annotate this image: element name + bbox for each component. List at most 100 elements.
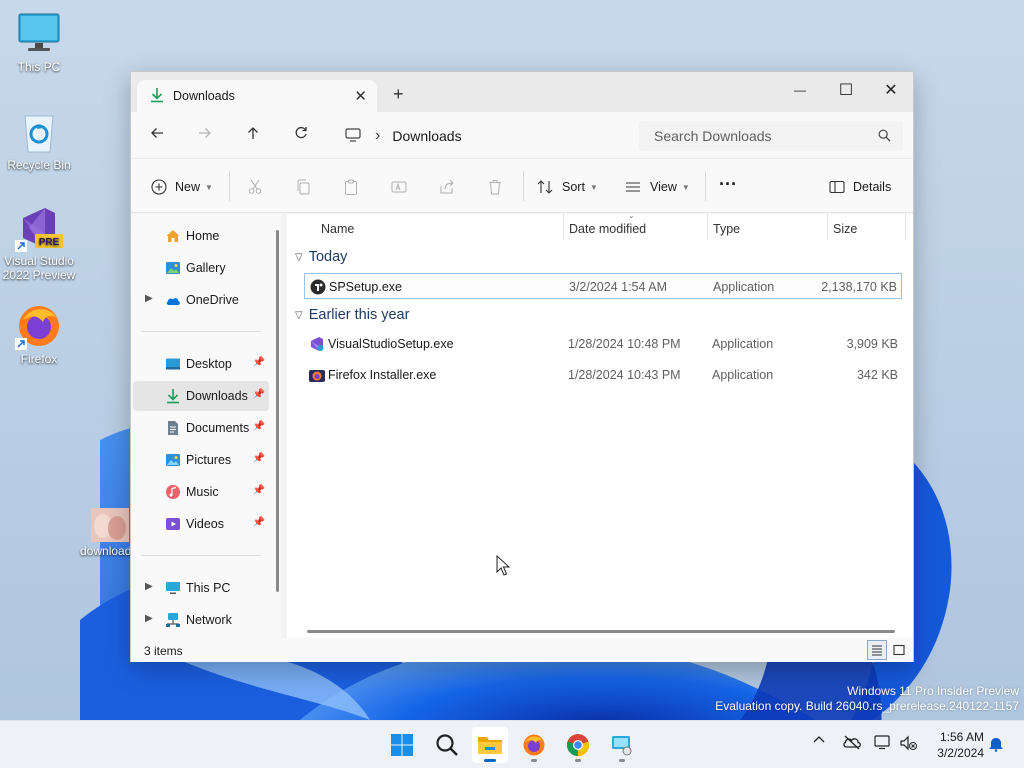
cut-button[interactable] (241, 173, 269, 201)
minimize-button[interactable]: — (777, 76, 823, 104)
sidebar-item-onedrive[interactable]: ▶ OneDrive (133, 285, 269, 315)
thumbnail-view-button[interactable] (889, 640, 909, 660)
refresh-button[interactable] (288, 124, 314, 148)
column-divider[interactable] (707, 214, 708, 240)
sort-indicator-icon: ⌄ (628, 211, 635, 220)
up-button[interactable] (240, 124, 266, 148)
file-row-firefox-installer[interactable]: Firefox Installer.exe 1/28/2024 10:43 PM… (304, 362, 902, 388)
title-bar[interactable]: Downloads ✕ + — ☐ ✕ (131, 72, 913, 112)
firefox-icon (523, 734, 545, 756)
show-hidden-icons-chevron[interactable] (812, 733, 826, 750)
sidebar-item-this-pc[interactable]: ▶ This PC (133, 573, 269, 603)
maximize-button[interactable]: ☐ (823, 76, 869, 104)
share-button[interactable] (433, 173, 461, 201)
file-row-spsetup[interactable]: SPSetup.exe 3/2/2024 1:54 AM Application… (304, 273, 902, 299)
sort-icon (537, 180, 553, 194)
details-pane-icon (829, 180, 845, 194)
nav-pane-scrollbar[interactable] (276, 230, 279, 592)
details-button[interactable]: Details (829, 173, 891, 201)
chevron-right-icon[interactable]: ▶ (145, 293, 153, 304)
column-divider[interactable] (827, 214, 828, 240)
group-header-earlier-this-year[interactable]: ▽ Earlier this year (295, 307, 409, 323)
volume-muted-icon[interactable] (900, 735, 918, 754)
group-header-today[interactable]: ▽ Today (295, 249, 347, 265)
copy-button[interactable] (289, 173, 317, 201)
new-label: New (175, 180, 201, 194)
address-bar[interactable]: › Downloads (335, 121, 625, 151)
column-header-size[interactable]: Size (833, 222, 857, 236)
column-header-type[interactable]: Type (713, 222, 740, 236)
notification-bell-icon[interactable] (988, 736, 1004, 755)
chevron-right-icon[interactable]: ▶ (145, 581, 153, 592)
network-status-icon[interactable] (874, 734, 892, 753)
taskbar-file-explorer[interactable] (472, 727, 508, 763)
delete-button[interactable] (481, 173, 509, 201)
onedrive-offline-icon[interactable] (842, 734, 862, 753)
search-input[interactable] (654, 128, 874, 144)
paste-button[interactable] (337, 173, 365, 201)
plus-circle-icon (151, 179, 167, 195)
desktop-icon-label: Recycle Bin (7, 158, 71, 172)
image-file-icon (91, 508, 129, 542)
column-divider[interactable] (563, 214, 564, 240)
new-tab-button[interactable]: + (393, 84, 404, 105)
back-button[interactable] (144, 124, 170, 148)
start-button[interactable] (384, 727, 420, 763)
running-indicator (619, 759, 625, 762)
column-divider[interactable] (905, 214, 906, 240)
details-view-icon (872, 645, 882, 656)
forward-arrow-icon (199, 128, 211, 138)
system-clock[interactable]: 1:56 AM 3/2/2024 (937, 729, 984, 761)
desktop-icon-label: This PC (17, 60, 61, 74)
desktop-icon-recycle-bin[interactable]: Recycle Bin (1, 108, 77, 172)
sidebar-item-videos[interactable]: Videos 📌 (133, 509, 269, 539)
sort-button[interactable]: Sort ▼ (537, 173, 598, 201)
desktop-icon-firefox[interactable]: Firefox (1, 302, 77, 366)
file-list-scrollbar[interactable] (307, 630, 895, 633)
sidebar-item-music[interactable]: Music 📌 (133, 477, 269, 507)
close-tab-icon[interactable]: ✕ (354, 87, 367, 105)
breadcrumb-downloads[interactable]: Downloads (392, 128, 461, 144)
file-row-visualstudiosetup[interactable]: VisualStudioSetup.exe 1/28/2024 10:48 PM… (304, 331, 902, 357)
up-arrow-icon (248, 127, 258, 139)
chevron-right-icon[interactable]: ▶ (145, 613, 153, 624)
search-box[interactable] (639, 121, 903, 151)
sidebar-item-downloads[interactable]: Downloads 📌 (133, 381, 269, 411)
details-view-button[interactable] (867, 640, 887, 660)
tab-downloads[interactable]: Downloads ✕ (137, 80, 377, 112)
taskbar-firefox[interactable] (516, 727, 552, 763)
search-button[interactable] (429, 727, 465, 763)
gallery-icon (165, 260, 181, 276)
breadcrumb-separator-icon[interactable]: › (375, 127, 380, 145)
scissors-icon (248, 179, 262, 194)
close-window-button[interactable]: ✕ (868, 76, 914, 104)
rename-button[interactable] (385, 173, 413, 201)
home-icon (165, 228, 181, 244)
back-arrow-icon (151, 128, 163, 138)
taskbar-remote-app[interactable] (604, 727, 640, 763)
visual-studio-installer-icon (309, 336, 325, 352)
column-header-name[interactable]: Name (321, 222, 354, 236)
taskbar-chrome[interactable] (560, 727, 596, 763)
pin-icon: 📌 (252, 485, 265, 496)
forward-button[interactable] (192, 124, 218, 148)
chevron-down-icon: ▼ (589, 182, 598, 192)
sidebar-item-network[interactable]: ▶ Network (133, 605, 269, 635)
view-button[interactable]: View ▼ (625, 173, 690, 201)
file-name: SPSetup.exe (329, 280, 402, 294)
column-header-date-modified[interactable]: Date modified (569, 222, 646, 236)
desktop-icon-this-pc[interactable]: This PC (1, 10, 77, 74)
sidebar-item-home[interactable]: Home (133, 221, 269, 251)
sidebar-item-label: Desktop (186, 357, 232, 371)
sidebar-item-documents[interactable]: Documents 📌 (133, 413, 269, 443)
sidebar-item-desktop[interactable]: Desktop 📌 (133, 349, 269, 379)
new-button[interactable]: New ▼ (151, 173, 213, 201)
nav-divider (141, 555, 261, 556)
desktop-icon-visual-studio[interactable]: PRE Visual Studio 2022 Preview (1, 204, 77, 282)
more-options-button[interactable]: ··· (719, 170, 737, 198)
column-headers: Name ⌄ Date modified Type Size (287, 211, 913, 242)
file-date: 1/28/2024 10:43 PM (568, 368, 681, 382)
mouse-cursor-icon (496, 555, 510, 576)
sidebar-item-pictures[interactable]: Pictures 📌 (133, 445, 269, 475)
sidebar-item-gallery[interactable]: Gallery (133, 253, 269, 283)
